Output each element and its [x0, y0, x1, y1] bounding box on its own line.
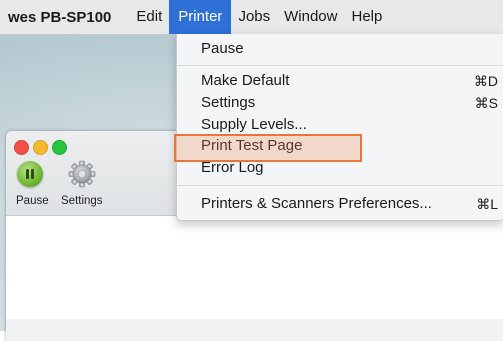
pause-icon[interactable]: [17, 161, 43, 187]
menu-item-label: Pause: [201, 40, 244, 57]
menu-item-label: Printers & Scanners Preferences...: [201, 195, 432, 212]
menu-help[interactable]: Help: [344, 0, 389, 34]
maximize-button[interactable]: [52, 140, 67, 155]
pause-label[interactable]: Pause: [16, 195, 49, 207]
menu-printer[interactable]: Printer: [169, 0, 232, 34]
gear-icon[interactable]: [68, 160, 96, 188]
menu-item-settings[interactable]: Settings ⌘S: [177, 92, 503, 114]
window-bottom-strip: [6, 319, 503, 341]
highlight-annotation-box: [174, 134, 362, 162]
menu-item-printers-scanners-preferences[interactable]: Printers & Scanners Preferences... ⌘L: [177, 193, 503, 215]
menu-jobs[interactable]: Jobs: [231, 0, 277, 34]
close-button[interactable]: [14, 140, 29, 155]
app-name-menu[interactable]: wes PB-SP100: [8, 9, 111, 26]
menu-edit[interactable]: Edit: [129, 0, 169, 34]
menu-item-make-default[interactable]: Make Default ⌘D: [177, 70, 503, 92]
menu-item-supply-levels[interactable]: Supply Levels...: [177, 114, 503, 136]
menu-item-label: Settings: [201, 94, 256, 111]
menu-window[interactable]: Window: [277, 0, 344, 34]
minimize-button[interactable]: [33, 140, 48, 155]
menu-separator: [177, 65, 503, 66]
printer-dropdown-menu: Pause Make Default ⌘D Settings ⌘S Supply…: [176, 34, 503, 221]
settings-label[interactable]: Settings: [61, 195, 103, 207]
shortcut-label: ⌘S: [474, 95, 498, 111]
menu-item-pause[interactable]: Pause: [177, 38, 503, 60]
menu-separator: [177, 185, 503, 186]
menu-item-label: Make Default: [201, 72, 290, 89]
shortcut-label: ⌘D: [473, 73, 498, 89]
menu-bar: wes PB-SP100 Edit Printer Jobs Window He…: [0, 0, 503, 35]
shortcut-label: ⌘L: [476, 196, 498, 212]
menu-item-label: Supply Levels...: [201, 116, 307, 133]
